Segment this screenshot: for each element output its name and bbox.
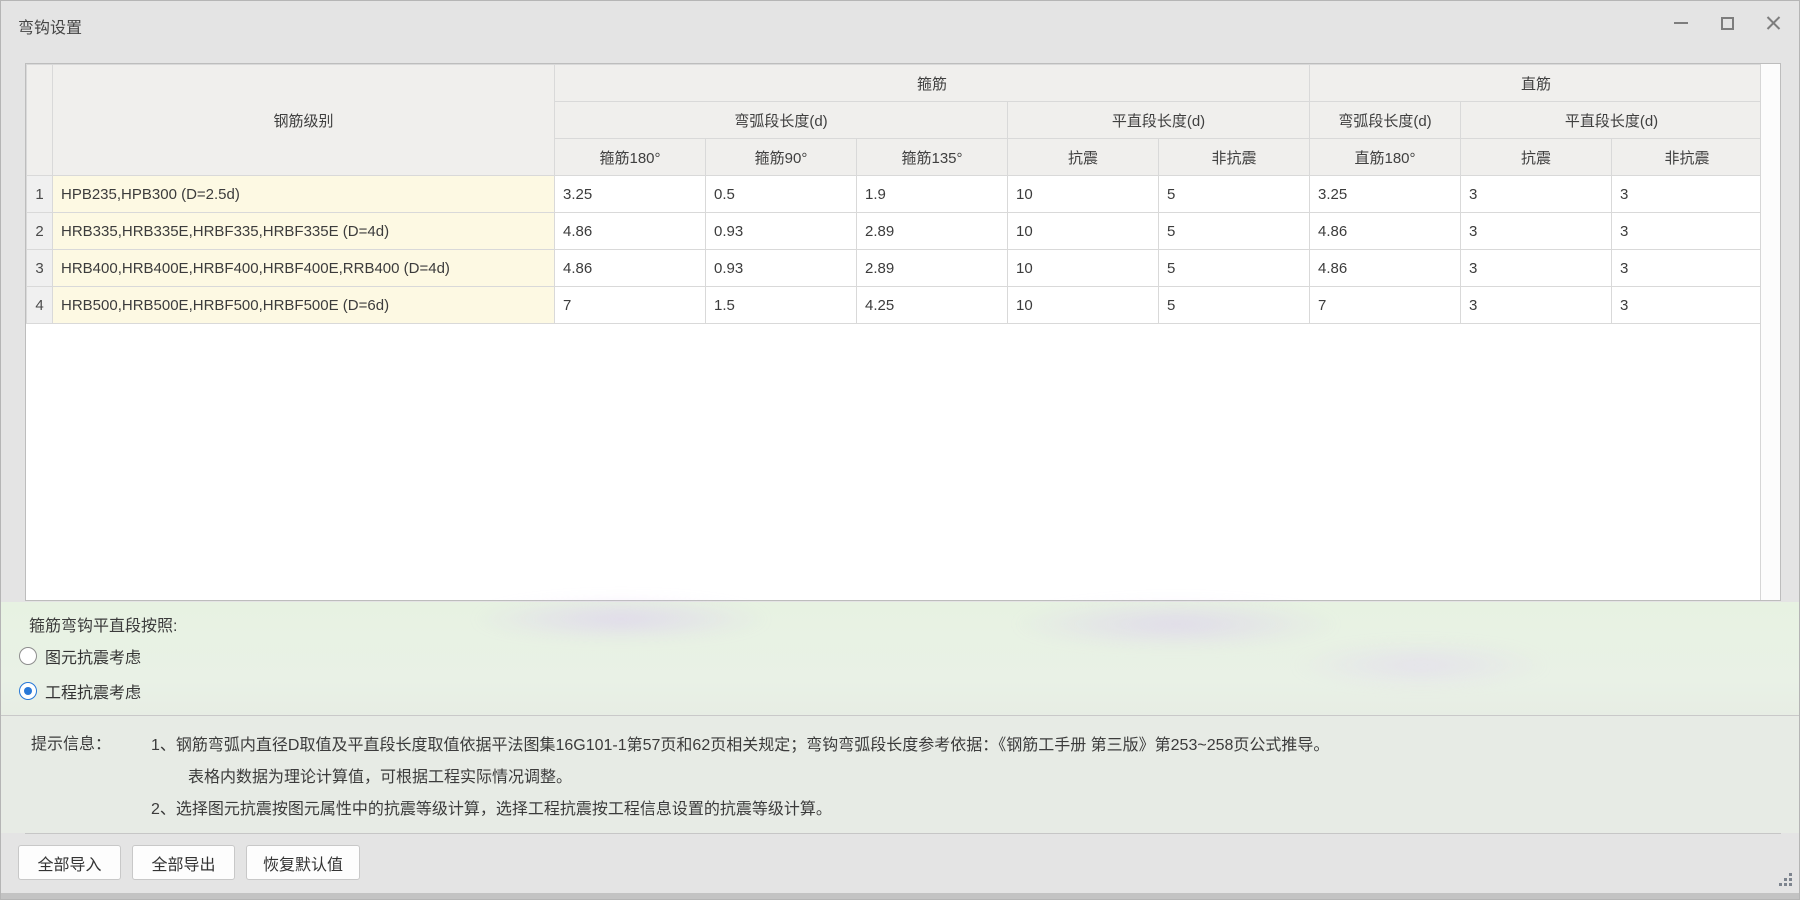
cell-value[interactable]: 3 bbox=[1460, 249, 1612, 287]
header-straight-180: 直筋180° bbox=[1309, 138, 1461, 176]
cell-value[interactable]: 10 bbox=[1007, 175, 1159, 213]
cell-value[interactable]: 7 bbox=[1309, 286, 1461, 324]
row-number: 4 bbox=[26, 286, 53, 324]
radio-icon[interactable] bbox=[19, 647, 37, 665]
close-icon bbox=[1766, 16, 1781, 31]
restore-defaults-button[interactable]: 恢复默认值 bbox=[246, 845, 361, 880]
import-all-button[interactable]: 全部导入 bbox=[18, 845, 121, 880]
header-non-seismic-2: 非抗震 bbox=[1610, 138, 1764, 176]
cell-value[interactable]: 3.25 bbox=[1309, 175, 1461, 213]
cell-value[interactable]: 3 bbox=[1460, 175, 1612, 213]
header-straight-straight-length: 平直段长度(d) bbox=[1459, 101, 1764, 139]
table-row: 4 HRB500,HRB500E,HRBF500,HRBF500E (D=6d)… bbox=[26, 286, 1764, 324]
cell-value[interactable]: 0.5 bbox=[705, 175, 857, 213]
cell-rebar-level[interactable]: HRB400,HRB400E,HRBF400,HRBF400E,RRB400 (… bbox=[52, 249, 555, 287]
resize-grip-icon[interactable] bbox=[1776, 870, 1792, 886]
cell-rebar-level[interactable]: HRB500,HRB500E,HRBF500,HRBF500E (D=6d) bbox=[52, 286, 555, 324]
radio-element-seismic[interactable]: 图元抗震考虑 bbox=[19, 644, 141, 668]
screen-artifact bbox=[1011, 598, 1341, 650]
cell-value[interactable]: 3 bbox=[1610, 286, 1764, 324]
header-group-stirrup: 箍筋 bbox=[554, 64, 1310, 102]
header-rebar-level: 钢筋级别 bbox=[52, 64, 555, 176]
header-seismic-2: 抗震 bbox=[1460, 138, 1612, 176]
header-stirrup-180: 箍筋180° bbox=[554, 138, 706, 176]
cell-value[interactable]: 3 bbox=[1610, 175, 1764, 213]
hook-settings-table: 钢筋级别 箍筋 直筋 弯弧段长度(d) 平直段长度(d) 弯弧段长度(d) 平直… bbox=[25, 63, 1781, 601]
table-row: 2 HRB335,HRB335E,HRBF335,HRBF335E (D=4d)… bbox=[26, 212, 1764, 250]
hint-line-2: 表格内数据为理论计算值，可根据工程实际情况调整。 bbox=[188, 769, 573, 786]
close-button[interactable] bbox=[1757, 9, 1789, 37]
cell-value[interactable]: 5 bbox=[1158, 286, 1310, 324]
option-group-label: 箍筋弯钩平直段按照: bbox=[29, 618, 178, 635]
cell-value[interactable]: 2.89 bbox=[856, 212, 1008, 250]
table-row: 1 HPB235,HPB300 (D=2.5d) 3.25 0.5 1.9 10… bbox=[26, 175, 1764, 213]
header-stirrup-135: 箍筋135° bbox=[856, 138, 1008, 176]
cell-value[interactable]: 3 bbox=[1460, 286, 1612, 324]
cell-value[interactable]: 5 bbox=[1158, 212, 1310, 250]
cell-value[interactable]: 2.89 bbox=[856, 249, 1008, 287]
screen-artifact bbox=[471, 596, 771, 642]
maximize-icon bbox=[1720, 16, 1734, 30]
cell-value[interactable]: 10 bbox=[1007, 212, 1159, 250]
cell-value[interactable]: 5 bbox=[1158, 249, 1310, 287]
cell-value[interactable]: 3.25 bbox=[554, 175, 706, 213]
export-all-button[interactable]: 全部导出 bbox=[132, 845, 235, 880]
table-row: 3 HRB400,HRB400E,HRBF400,HRBF400E,RRB400… bbox=[26, 249, 1764, 287]
hint-line-3: 2、选择图元抗震按图元属性中的抗震等级计算，选择工程抗震按工程信息设置的抗震等级… bbox=[151, 801, 832, 818]
header-seismic: 抗震 bbox=[1007, 138, 1159, 176]
row-number: 3 bbox=[26, 249, 53, 287]
row-number: 1 bbox=[26, 175, 53, 213]
header-stirrup-straight-length: 平直段长度(d) bbox=[1007, 101, 1310, 139]
cell-value[interactable]: 7 bbox=[554, 286, 706, 324]
titlebar: 弯钩设置 bbox=[1, 1, 1799, 45]
window-bottom-edge bbox=[1, 893, 1799, 899]
table-scrollbar[interactable] bbox=[1760, 64, 1780, 600]
radio-project-seismic[interactable]: 工程抗震考虑 bbox=[19, 679, 141, 703]
radio-label: 工程抗震考虑 bbox=[45, 685, 142, 702]
hint-text: 1、钢筋弯弧内直径D取值及平直段长度取值依据平法图集16G101-1第57页和6… bbox=[151, 730, 1329, 826]
window-title: 弯钩设置 bbox=[18, 20, 83, 37]
cell-value[interactable]: 4.25 bbox=[856, 286, 1008, 324]
header-stirrup-90: 箍筋90° bbox=[705, 138, 857, 176]
cell-value[interactable]: 4.86 bbox=[1309, 212, 1461, 250]
cell-value[interactable]: 3 bbox=[1610, 212, 1764, 250]
cell-value[interactable]: 1.9 bbox=[856, 175, 1008, 213]
header-non-seismic: 非抗震 bbox=[1158, 138, 1310, 176]
corner-header-cell bbox=[26, 64, 53, 176]
screen-artifact bbox=[1291, 640, 1551, 690]
header-group-straight: 直筋 bbox=[1308, 64, 1764, 102]
cell-value[interactable]: 10 bbox=[1007, 249, 1159, 287]
hint-section: 提示信息： 1、钢筋弯弧内直径D取值及平直段长度取值依据平法图集16G101-1… bbox=[1, 715, 1799, 833]
cell-value[interactable]: 0.93 bbox=[705, 212, 857, 250]
cell-rebar-level[interactable]: HPB235,HPB300 (D=2.5d) bbox=[52, 175, 555, 213]
header-stirrup-arc-length: 弯弧段长度(d) bbox=[554, 101, 1008, 139]
cell-rebar-level[interactable]: HRB335,HRB335E,HRBF335,HRBF335E (D=4d) bbox=[52, 212, 555, 250]
row-number: 2 bbox=[26, 212, 53, 250]
header-straight-arc-length: 弯弧段长度(d) bbox=[1309, 101, 1461, 139]
hint-line-1: 1、钢筋弯弧内直径D取值及平直段长度取值依据平法图集16G101-1第57页和6… bbox=[151, 737, 1330, 754]
hint-label: 提示信息： bbox=[31, 736, 112, 753]
cell-value[interactable]: 4.86 bbox=[1309, 249, 1461, 287]
cell-value[interactable]: 1.5 bbox=[705, 286, 857, 324]
footer-divider bbox=[25, 833, 1781, 834]
stirrup-hook-option-section: 箍筋弯钩平直段按照: 图元抗震考虑 工程抗震考虑 bbox=[1, 596, 1799, 715]
minimize-button[interactable] bbox=[1665, 9, 1697, 37]
cell-value[interactable]: 5 bbox=[1158, 175, 1310, 213]
cell-value[interactable]: 0.93 bbox=[705, 249, 857, 287]
radio-label: 图元抗震考虑 bbox=[45, 650, 142, 667]
radio-icon[interactable] bbox=[19, 682, 37, 700]
cell-value[interactable]: 3 bbox=[1460, 212, 1612, 250]
minimize-icon bbox=[1674, 22, 1688, 24]
cell-value[interactable]: 3 bbox=[1610, 249, 1764, 287]
cell-value[interactable]: 10 bbox=[1007, 286, 1159, 324]
footer: 全部导入 全部导出 恢复默认值 bbox=[1, 833, 1799, 895]
cell-value[interactable]: 4.86 bbox=[554, 212, 706, 250]
cell-value[interactable]: 4.86 bbox=[554, 249, 706, 287]
maximize-button[interactable] bbox=[1711, 9, 1743, 37]
